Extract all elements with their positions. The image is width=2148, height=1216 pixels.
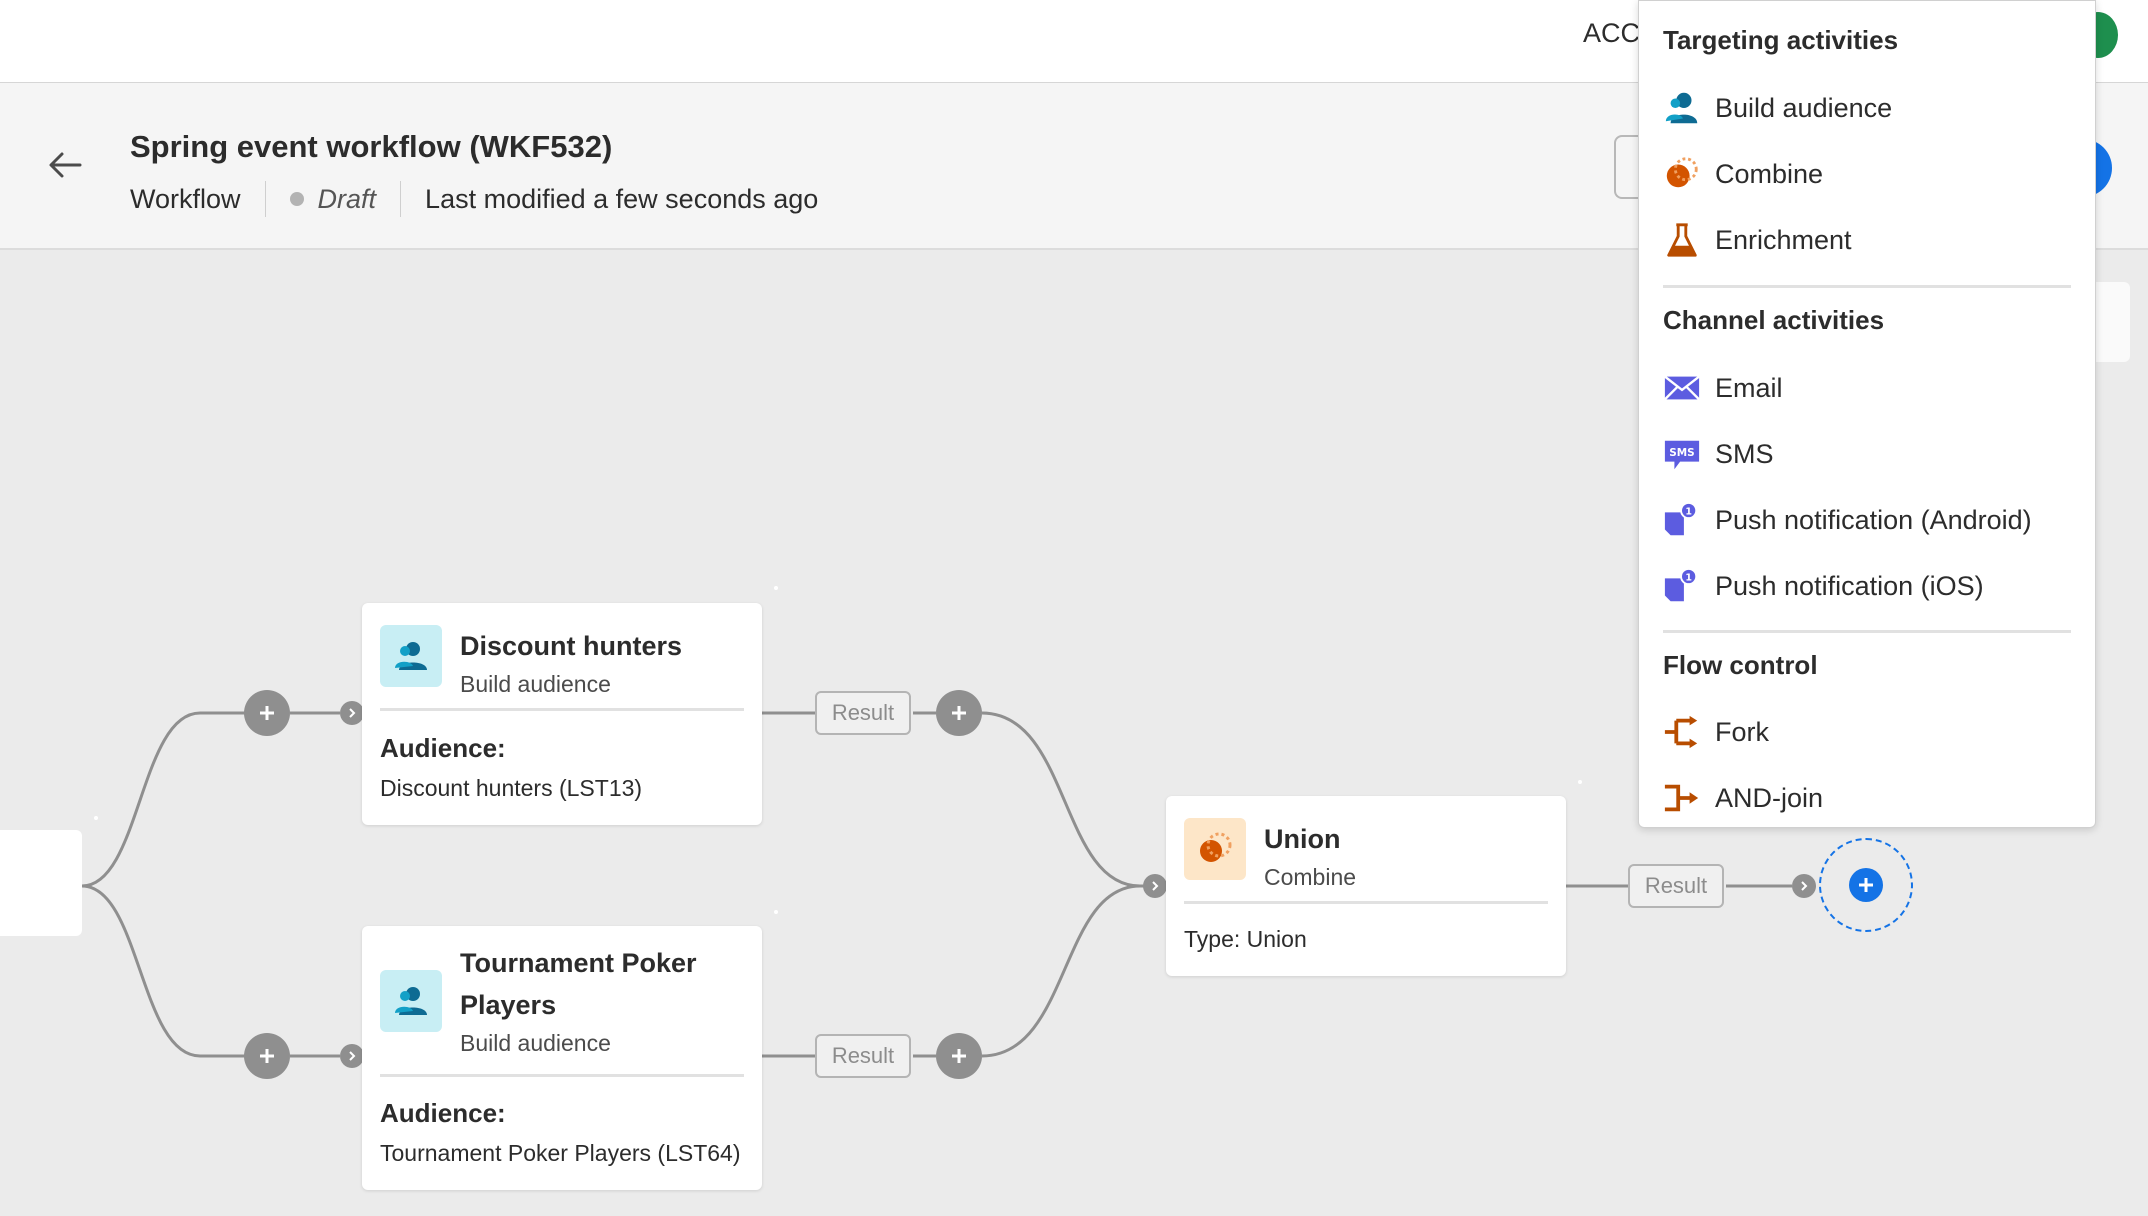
divider xyxy=(1184,901,1548,904)
back-arrow-icon xyxy=(49,152,82,178)
canvas-dot xyxy=(774,586,778,590)
activity-node-tournament-poker-players[interactable]: Tournament Poker Players Build audience … xyxy=(362,926,762,1190)
transition-result-label[interactable]: Result xyxy=(1628,864,1724,908)
node-input-handle xyxy=(1792,874,1816,898)
menu-item-fork[interactable]: Fork xyxy=(1663,707,2073,757)
divider xyxy=(380,708,744,711)
menu-section-heading: Channel activities xyxy=(1663,305,1885,335)
menu-item-combine[interactable]: Combine xyxy=(1663,149,2073,199)
plus-icon xyxy=(260,706,274,720)
node-title: Union xyxy=(1264,824,1341,854)
canvas-dot xyxy=(1578,780,1582,784)
node-title: Tournament Poker Players xyxy=(460,942,697,1026)
node-field-value: Tournament Poker Players (LST64) xyxy=(380,1140,741,1166)
plus-icon xyxy=(952,706,966,720)
node-input-handle xyxy=(340,701,364,725)
activity-node-union[interactable]: Union Combine Type: Union xyxy=(1166,796,1566,976)
status-badge: Draft xyxy=(317,183,377,214)
build-audience-icon xyxy=(380,970,442,1032)
plus-icon xyxy=(1859,878,1873,892)
menu-item-label: AND-join xyxy=(1715,782,1824,813)
svg-text:1: 1 xyxy=(1685,572,1692,583)
menu-item-sms[interactable]: SMS SMS xyxy=(1663,429,2073,479)
combine-icon xyxy=(1663,155,1701,193)
node-input-handle xyxy=(340,1044,364,1068)
node-subtitle: Build audience xyxy=(460,671,611,697)
add-activity-button[interactable] xyxy=(936,690,982,736)
menu-section-heading: Flow control xyxy=(1663,650,1818,680)
divider xyxy=(400,181,402,217)
combine-icon xyxy=(1184,818,1246,880)
menu-item-build-audience[interactable]: Build audience xyxy=(1663,83,2073,133)
push-notification-icon: 1 xyxy=(1663,567,1701,605)
org-switcher[interactable]: ACC xyxy=(1583,18,1640,49)
menu-item-label: Push notification (iOS) xyxy=(1715,570,1984,601)
build-audience-icon xyxy=(380,625,442,687)
and-join-icon xyxy=(1663,779,1701,817)
svg-text:SMS: SMS xyxy=(1669,447,1694,459)
activity-picker-menu: Targeting activities Build audience Comb… xyxy=(1638,0,2096,828)
canvas-dot xyxy=(94,816,98,820)
menu-item-label: Email xyxy=(1715,372,1783,403)
last-modified: Last modified a few seconds ago xyxy=(425,183,819,214)
add-activity-button[interactable] xyxy=(244,690,290,736)
email-icon xyxy=(1663,369,1701,407)
menu-item-push-android[interactable]: 1 Push notification (Android) xyxy=(1663,495,2073,545)
add-activity-button[interactable] xyxy=(244,1033,290,1079)
node-field-label: Audience: xyxy=(380,733,506,763)
build-audience-icon xyxy=(1663,89,1701,127)
menu-item-label: Enrichment xyxy=(1715,224,1852,255)
page-title: Spring event workflow (WKF532) xyxy=(130,129,613,164)
menu-item-email[interactable]: Email xyxy=(1663,363,2073,413)
transition-result-label[interactable]: Result xyxy=(815,1034,911,1078)
plus-icon xyxy=(952,1049,966,1063)
menu-item-and-join[interactable]: AND-join xyxy=(1663,773,2073,823)
svg-text:1: 1 xyxy=(1685,506,1692,517)
node-title-line: Players xyxy=(460,990,557,1020)
add-activity-button-selected[interactable] xyxy=(1819,838,1913,932)
chevron-right-icon xyxy=(1152,881,1159,891)
node-subtitle: Combine xyxy=(1264,864,1357,890)
chevron-right-icon xyxy=(349,708,356,718)
sms-icon: SMS xyxy=(1663,435,1701,473)
menu-item-label: Push notification (Android) xyxy=(1715,504,2032,535)
node-field-label: Audience: xyxy=(380,1098,506,1128)
menu-item-label: Fork xyxy=(1715,716,1769,747)
chevron-right-icon xyxy=(349,1051,356,1061)
menu-item-push-ios[interactable]: 1 Push notification (iOS) xyxy=(1663,561,2073,611)
menu-section-heading: Targeting activities xyxy=(1663,25,1899,55)
menu-item-label: Build audience xyxy=(1715,92,1893,123)
activity-node-discount-hunters[interactable]: Discount hunters Build audience Audience… xyxy=(362,603,762,825)
node-field-value: Type: Union xyxy=(1184,926,1307,952)
push-notification-icon: 1 xyxy=(1663,501,1701,539)
fork-icon xyxy=(1663,713,1701,751)
transition-result-label[interactable]: Result xyxy=(815,691,911,735)
type-label: Workflow xyxy=(130,183,241,214)
workflow-meta: Workflow Draft Last modified a few secon… xyxy=(130,181,818,217)
add-activity-button[interactable] xyxy=(936,1033,982,1079)
node-input-handle xyxy=(1143,874,1167,898)
divider xyxy=(1663,285,2071,288)
node-title: Discount hunters xyxy=(460,631,683,661)
menu-item-enrichment[interactable]: Enrichment xyxy=(1663,215,2073,265)
menu-item-label: Combine xyxy=(1715,158,1824,189)
chevron-right-icon xyxy=(1801,881,1808,891)
menu-item-label: SMS xyxy=(1715,438,1774,469)
status-dot-icon xyxy=(289,192,304,206)
start-activity[interactable] xyxy=(0,830,82,936)
divider xyxy=(264,181,266,217)
plus-icon xyxy=(260,1049,274,1063)
node-subtitle: Build audience xyxy=(460,1030,611,1056)
divider xyxy=(1663,630,2071,633)
node-field-value: Discount hunters (LST13) xyxy=(380,775,643,801)
divider xyxy=(380,1074,744,1077)
canvas-dot xyxy=(774,910,778,914)
back-button[interactable] xyxy=(44,143,88,187)
node-title-line: Tournament Poker xyxy=(460,948,697,978)
enrichment-icon xyxy=(1663,221,1701,259)
